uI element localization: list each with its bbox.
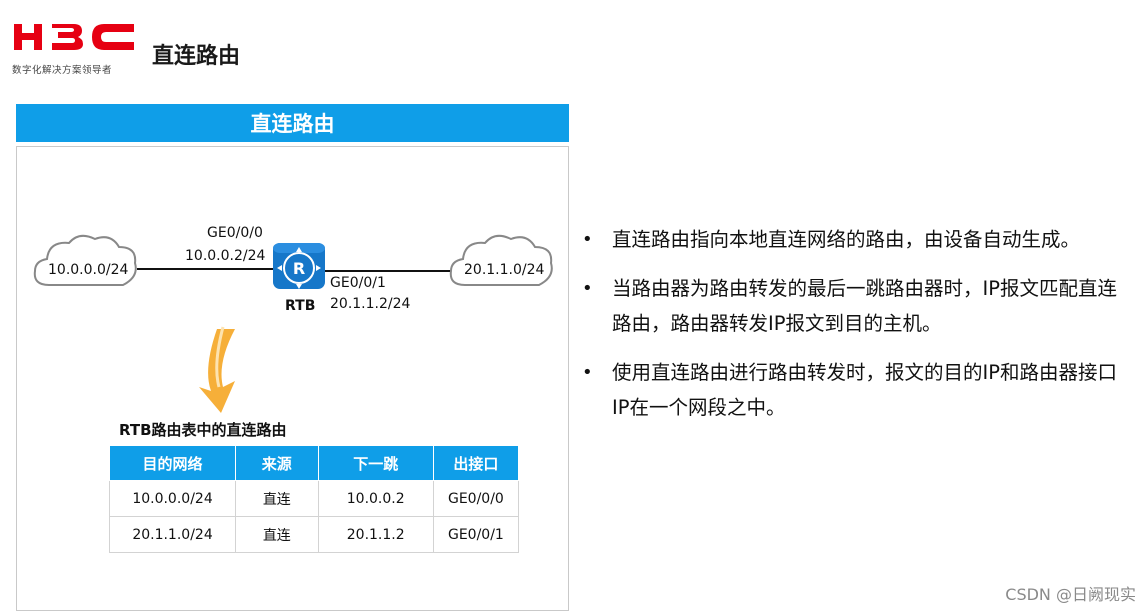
bullet-text: 当路由器为路由转发的最后一跳路由器时，IP报文匹配直连路由，路由器转发IP报文到… — [612, 277, 1118, 335]
bullet-text: 直连路由指向本地直连网络的路由，由设备自动生成。 — [612, 228, 1081, 251]
col-header-destination: 目的网络 — [108, 445, 237, 481]
bullet-item: • 当路由器为路由转发的最后一跳路由器时，IP报文匹配直连路由，路由器转发IP报… — [582, 271, 1122, 341]
bullet-list: • 直连路由指向本地直连网络的路由，由设备自动生成。 • 当路由器为路由转发的最… — [582, 222, 1122, 439]
left-interface-label: GE0/0/0 — [207, 225, 263, 241]
cell-next-hop: 20.1.1.2 — [317, 516, 434, 553]
arrow-down-icon — [199, 326, 235, 413]
h3c-logo — [14, 24, 134, 50]
right-network-label: 20.1.1.0/24 — [464, 262, 545, 278]
cell-destination: 20.1.1.0/24 — [108, 516, 237, 553]
router-name-label: RTB — [285, 298, 316, 314]
cell-out-interface: GE0/0/1 — [432, 516, 520, 553]
bullet-dot: • — [582, 362, 593, 383]
svg-text:R: R — [293, 259, 305, 278]
router-icon: R — [273, 243, 325, 289]
cell-out-interface: GE0/0/0 — [432, 480, 520, 517]
col-header-out-interface: 出接口 — [432, 445, 520, 481]
bullet-item: • 使用直连路由进行路由转发时，报文的目的IP和路由器接口IP在一个网段之中。 — [582, 355, 1122, 425]
diagram-panel: R 10.0.0.0/24 20.1.1.0/24 GE0/0/0 10.0.0… — [16, 146, 569, 611]
table-header-row: 目的网络 来源 下一跳 出接口 — [108, 445, 520, 481]
logo-tagline: 数字化解决方案领导者 — [12, 65, 113, 76]
cell-source: 直连 — [235, 480, 319, 517]
left-network-label: 10.0.0.0/24 — [48, 262, 129, 278]
right-interface-ip-label: 20.1.1.2/24 — [330, 296, 411, 312]
cell-next-hop: 10.0.0.2 — [317, 480, 434, 517]
table-row: 10.0.0.0/24 直连 10.0.0.2 GE0/0/0 — [108, 480, 520, 517]
page-title: 直连路由 — [152, 44, 241, 69]
bullet-dot: • — [582, 229, 593, 250]
section-title-bar: 直连路由 — [16, 104, 569, 142]
bullet-dot: • — [582, 278, 593, 299]
cell-source: 直连 — [235, 516, 319, 553]
table-row: 20.1.1.0/24 直连 20.1.1.2 GE0/0/1 — [108, 516, 520, 553]
right-interface-label: GE0/0/1 — [330, 275, 386, 291]
col-header-source: 来源 — [235, 445, 319, 481]
routing-table: 目的网络 来源 下一跳 出接口 10.0.0.0/24 直连 10.0.0.2 … — [108, 445, 520, 553]
col-header-next-hop: 下一跳 — [317, 445, 434, 481]
routing-table-caption: RTB路由表中的直连路由 — [119, 421, 287, 439]
watermark: CSDN @日阙现实 — [1005, 585, 1136, 604]
bullet-item: • 直连路由指向本地直连网络的路由，由设备自动生成。 — [582, 222, 1122, 257]
left-interface-ip-label: 10.0.0.2/24 — [185, 248, 266, 264]
cell-destination: 10.0.0.0/24 — [108, 480, 237, 517]
bullet-text: 使用直连路由进行路由转发时，报文的目的IP和路由器接口IP在一个网段之中。 — [612, 361, 1118, 419]
